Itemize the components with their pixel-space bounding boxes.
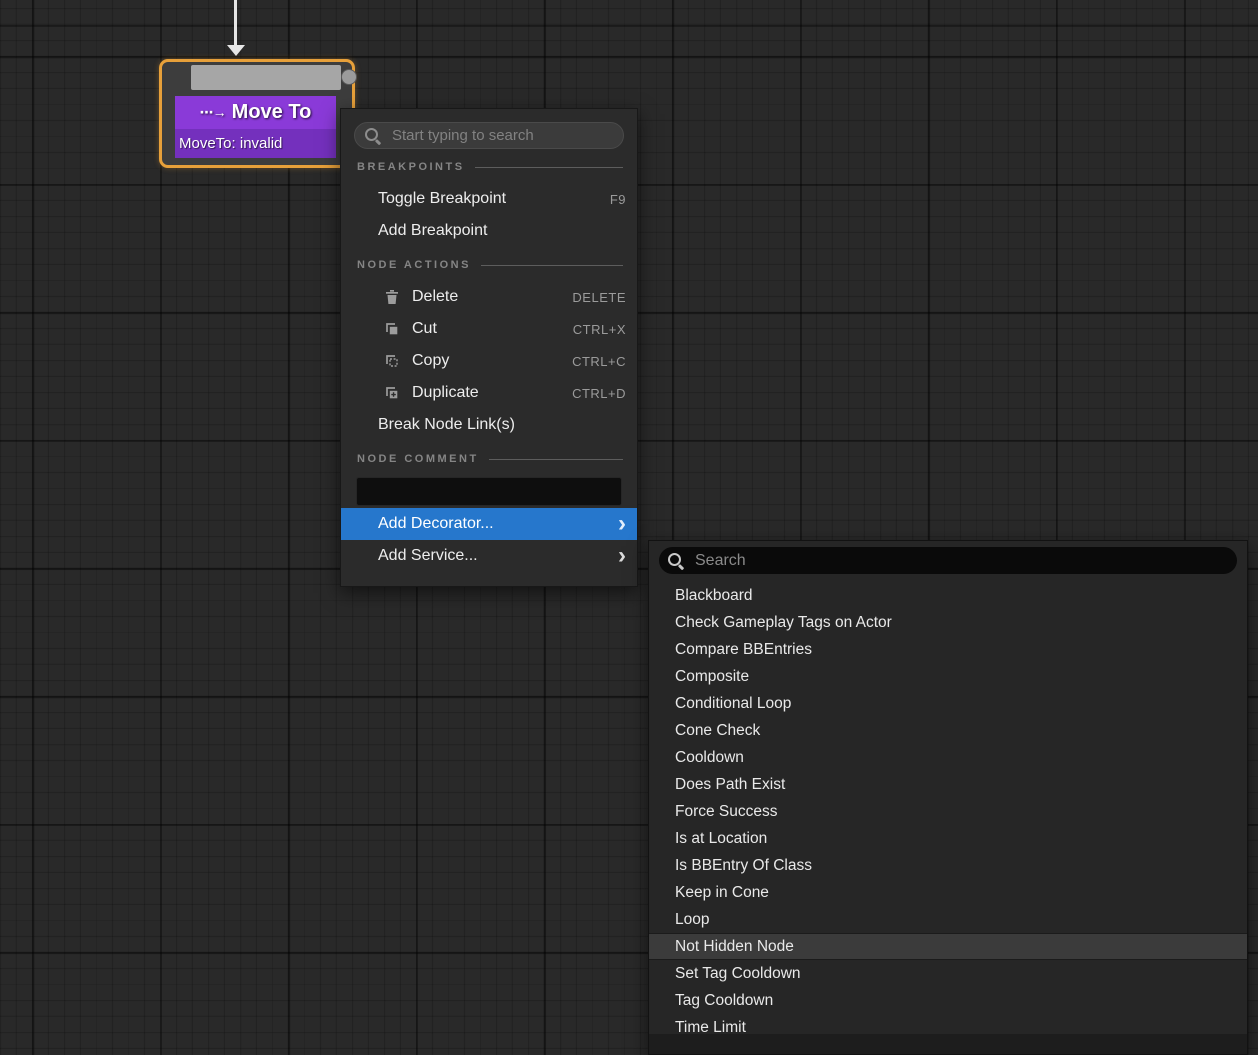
menu-item-add-service[interactable]: Add Service... › — [341, 540, 637, 572]
menu-item-break-node-links[interactable]: Break Node Link(s) — [341, 409, 637, 441]
decorator-item-keep-in-cone[interactable]: Keep in Cone — [649, 879, 1247, 906]
cut-icon — [384, 321, 400, 337]
decorator-item-check-gameplay-tags-on-actor[interactable]: Check Gameplay Tags on Actor — [649, 609, 1247, 636]
menu-item-label: Break Node Link(s) — [378, 416, 515, 434]
decorator-item-is-bbentry-of-class[interactable]: Is BBEntry Of Class — [649, 852, 1247, 879]
decorator-item-blackboard[interactable]: Blackboard — [649, 582, 1247, 609]
menu-item-delete[interactable]: Delete DELETE — [341, 281, 637, 313]
menu-item-label: Delete — [412, 288, 458, 306]
section-header-label: NODE COMMENT — [357, 453, 479, 465]
section-header-breakpoints: BREAKPOINTS — [341, 151, 637, 183]
menu-item-label: Copy — [412, 352, 449, 370]
menu-item-label: Toggle Breakpoint — [378, 190, 506, 208]
menu-item-add-decorator[interactable]: Add Decorator... › — [341, 508, 637, 540]
move-to-node[interactable]: ⋯→ Move To MoveTo: invalid — [159, 59, 355, 168]
shortcut-label: F9 — [610, 192, 626, 207]
decorator-item-tag-cooldown[interactable]: Tag Cooldown — [649, 987, 1247, 1014]
decorator-item-force-success[interactable]: Force Success — [649, 798, 1247, 825]
decorator-item-cooldown[interactable]: Cooldown — [649, 744, 1247, 771]
section-header-node-actions: NODE ACTIONS — [341, 249, 637, 281]
submenu-footer — [649, 1034, 1247, 1054]
menu-item-label: Add Decorator... — [378, 515, 494, 533]
submenu-search-box[interactable] — [659, 547, 1237, 574]
shortcut-label: DELETE — [572, 290, 626, 305]
menu-item-label: Duplicate — [412, 384, 479, 402]
node-subtitle: MoveTo: invalid — [175, 129, 336, 158]
node-title-bar: ⋯→ Move To — [175, 96, 336, 129]
search-icon — [668, 553, 684, 569]
node-body[interactable]: ⋯→ Move To MoveTo: invalid — [175, 96, 336, 158]
node-info-badge — [341, 69, 357, 85]
add-decorator-submenu: Blackboard Check Gameplay Tags on Actor … — [648, 540, 1248, 1055]
decorator-item-time-limit[interactable]: Time Limit — [649, 1014, 1247, 1034]
shortcut-label: CTRL+D — [572, 386, 626, 401]
decorator-item-conditional-loop[interactable]: Conditional Loop — [649, 690, 1247, 717]
shortcut-label: CTRL+X — [573, 322, 626, 337]
section-header-node-comment: NODE COMMENT — [341, 443, 637, 475]
decorator-item-compare-bbentries[interactable]: Compare BBEntries — [649, 636, 1247, 663]
section-divider — [481, 265, 623, 266]
decorator-item-not-hidden-node[interactable]: Not Hidden Node — [649, 933, 1247, 960]
chevron-right-icon: › — [618, 511, 626, 537]
chevron-right-icon: › — [618, 543, 626, 569]
shortcut-label: CTRL+C — [572, 354, 626, 369]
trash-icon — [384, 289, 400, 305]
menu-item-add-breakpoint[interactable]: Add Breakpoint — [341, 215, 637, 247]
node-name-plate — [191, 65, 341, 90]
menu-item-label: Cut — [412, 320, 437, 338]
menu-item-copy[interactable]: Copy CTRL+C — [341, 345, 637, 377]
menu-item-toggle-breakpoint[interactable]: Toggle Breakpoint F9 — [341, 183, 637, 215]
decorator-item-is-at-location[interactable]: Is at Location — [649, 825, 1247, 852]
menu-item-label: Add Service... — [378, 547, 478, 565]
node-comment-input[interactable] — [356, 477, 622, 506]
node-context-menu: BREAKPOINTS Toggle Breakpoint F9 Add Bre… — [340, 108, 638, 587]
section-divider — [475, 167, 623, 168]
copy-icon — [384, 353, 400, 369]
section-divider — [489, 459, 623, 460]
context-menu-search-box[interactable] — [354, 122, 624, 149]
node-comment-row — [341, 475, 637, 508]
duplicate-icon — [384, 385, 400, 401]
section-header-label: BREAKPOINTS — [357, 161, 465, 173]
execution-wire — [234, 0, 237, 47]
menu-item-cut[interactable]: Cut CTRL+X — [341, 313, 637, 345]
decorator-item-does-path-exist[interactable]: Does Path Exist — [649, 771, 1247, 798]
decorator-item-composite[interactable]: Composite — [649, 663, 1247, 690]
execution-wire-arrowhead — [227, 45, 245, 56]
decorator-list: Blackboard Check Gameplay Tags on Actor … — [649, 579, 1247, 1034]
decorator-item-cone-check[interactable]: Cone Check — [649, 717, 1247, 744]
decorator-item-loop[interactable]: Loop — [649, 906, 1247, 933]
section-header-label: NODE ACTIONS — [357, 259, 471, 271]
menu-item-label: Add Breakpoint — [378, 222, 487, 240]
submenu-search-input[interactable] — [693, 551, 1228, 571]
menu-item-duplicate[interactable]: Duplicate CTRL+D — [341, 377, 637, 409]
context-menu-search-input[interactable] — [390, 126, 613, 145]
move-to-icon: ⋯→ — [200, 104, 226, 121]
node-title: Move To — [232, 101, 312, 124]
search-icon — [365, 128, 381, 144]
decorator-item-set-tag-cooldown[interactable]: Set Tag Cooldown — [649, 960, 1247, 987]
